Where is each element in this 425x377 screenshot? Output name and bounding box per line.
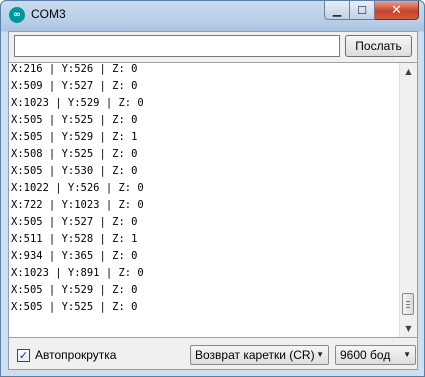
close-button[interactable]: ✕ bbox=[375, 1, 419, 20]
arduino-icon: ∞ bbox=[9, 7, 25, 23]
maximize-button[interactable]: ☐ bbox=[350, 1, 375, 20]
serial-monitor-window: ∞ COM3 ▁ ☐ ✕ Послать X:216 | Y:526 | Z: … bbox=[0, 0, 425, 377]
serial-output-line: X:934 | Y:365 | Z: 0 bbox=[11, 250, 138, 262]
serial-monitor-client: Послать X:216 | Y:526 | Z: 0 X:509 | Y:52… bbox=[8, 31, 418, 370]
line-ending-value: Возврат каретки (CR) bbox=[195, 348, 315, 362]
scrollbar-thumb[interactable] bbox=[402, 293, 414, 315]
minimize-icon: ▁ bbox=[332, 3, 342, 17]
autoscroll-checkbox[interactable]: ✓ bbox=[17, 348, 30, 362]
serial-output-line: X:509 | Y:527 | Z: 0 bbox=[11, 80, 138, 92]
serial-output-line: X:1023 | Y:891 | Z: 0 bbox=[11, 267, 144, 279]
maximize-icon: ☐ bbox=[357, 3, 367, 17]
caption-buttons: ▁ ☐ ✕ bbox=[324, 1, 419, 20]
close-icon: ✕ bbox=[391, 2, 402, 18]
baud-rate-value: 9600 бод bbox=[340, 348, 391, 362]
title-bar[interactable]: ∞ COM3 ▁ ☐ ✕ bbox=[1, 1, 424, 29]
serial-output-line: X:505 | Y:525 | Z: 0 bbox=[11, 301, 138, 313]
serial-output-line: X:1023 | Y:529 | Z: 0 bbox=[11, 97, 144, 109]
autoscroll-label: Автопрокрутка bbox=[35, 348, 117, 362]
serial-output-line: X:1022 | Y:526 | Z: 0 bbox=[11, 182, 144, 194]
autoscroll-toggle[interactable]: ✓ Автопрокрутка bbox=[17, 348, 116, 362]
vertical-scrollbar[interactable]: ▲ ▼ bbox=[399, 63, 417, 337]
serial-output-line: X:505 | Y:529 | Z: 1 bbox=[11, 131, 138, 143]
chevron-down-icon: ▼ bbox=[316, 350, 324, 359]
chevron-down-icon: ▼ bbox=[403, 350, 411, 359]
send-input[interactable] bbox=[14, 35, 340, 57]
scroll-up-icon[interactable]: ▲ bbox=[400, 63, 417, 80]
minimize-button[interactable]: ▁ bbox=[324, 1, 350, 20]
serial-output-lines: X:216 | Y:526 | Z: 0 X:509 | Y:527 | Z: 0… bbox=[11, 63, 399, 316]
serial-output[interactable]: X:216 | Y:526 | Z: 0 X:509 | Y:527 | Z: 0… bbox=[9, 62, 417, 338]
serial-output-line: X:511 | Y:528 | Z: 1 bbox=[11, 233, 138, 245]
line-ending-select[interactable]: Возврат каретки (CR) ▼ bbox=[190, 345, 329, 365]
serial-output-line: X:505 | Y:529 | Z: 0 bbox=[11, 284, 138, 296]
serial-output-line: X:505 | Y:527 | Z: 0 bbox=[11, 216, 138, 228]
baud-rate-select[interactable]: 9600 бод ▼ bbox=[335, 345, 416, 365]
check-icon: ✓ bbox=[18, 348, 29, 362]
scroll-down-icon[interactable]: ▼ bbox=[400, 320, 417, 337]
bottom-bar: ✓ Автопрокрутка Возврат каретки (CR) ▼ 9… bbox=[9, 342, 417, 368]
serial-output-line: X:505 | Y:530 | Z: 0 bbox=[11, 165, 138, 177]
window-title: COM3 bbox=[31, 7, 66, 21]
serial-output-line: X:505 | Y:525 | Z: 0 bbox=[11, 114, 138, 126]
serial-output-line: X:722 | Y:1023 | Z: 0 bbox=[11, 199, 144, 211]
serial-output-line: X:508 | Y:525 | Z: 0 bbox=[11, 148, 138, 160]
send-button[interactable]: Послать bbox=[345, 35, 412, 57]
serial-output-line: X:216 | Y:526 | Z: 0 bbox=[11, 63, 138, 75]
